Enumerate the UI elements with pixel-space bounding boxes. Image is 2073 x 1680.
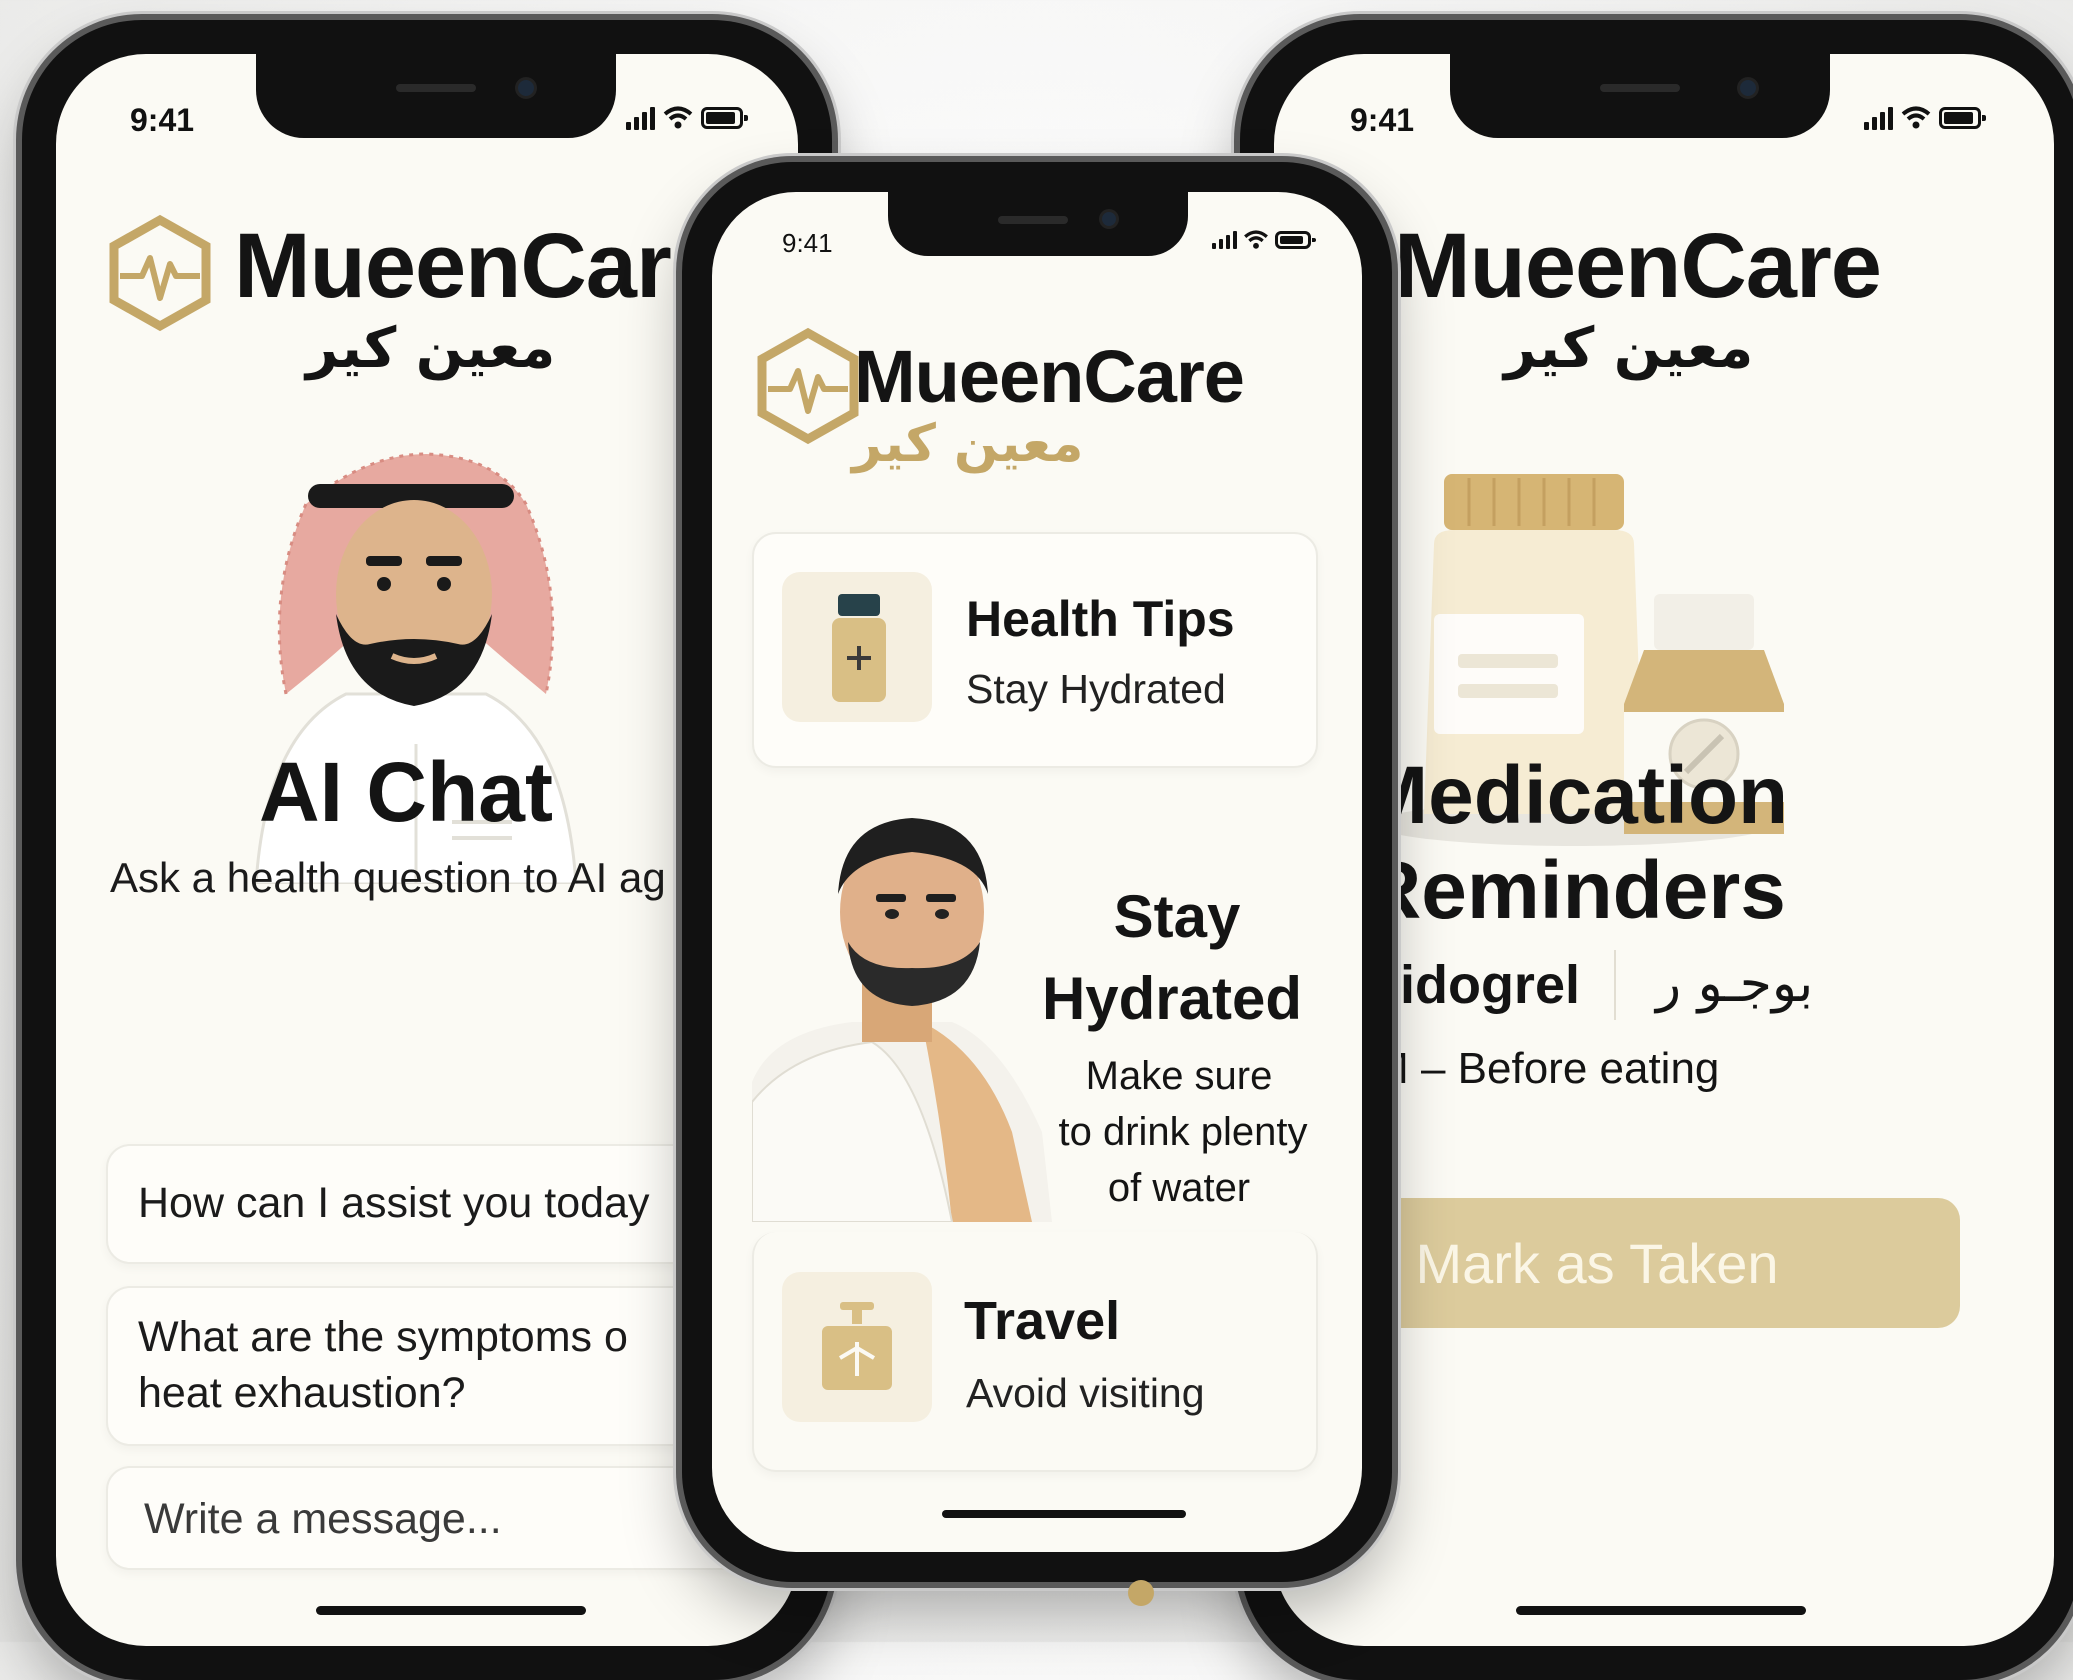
status-time: 9:41: [1350, 102, 1415, 138]
divider: [1614, 950, 1616, 1020]
wifi-icon: [1901, 106, 1931, 129]
hero-body-line3: of water: [1107, 1166, 1251, 1210]
travel-icon-tile: [782, 1272, 932, 1422]
travel-title: Travel: [964, 1291, 1121, 1351]
battery-icon: [1275, 231, 1316, 249]
notch: [256, 54, 616, 138]
signal-icon: [626, 106, 655, 130]
hero-body-line1: Make sure: [1085, 1054, 1273, 1098]
status-icons: [626, 106, 748, 130]
brand-name-arabic: معين كير: [1504, 316, 1754, 381]
travel-bag-icon: [822, 1302, 892, 1390]
hero-heading-line2: Hydrated: [1041, 965, 1303, 1032]
notch: [1450, 54, 1830, 138]
ai-chat-title: AI Chat: [259, 745, 553, 839]
health-tips-icon-tile: [782, 572, 932, 722]
brand-name: MueenCare: [854, 335, 1245, 418]
brand-name: MueenCare: [234, 215, 722, 317]
health-tips-card[interactable]: Health Tips Stay Hydrated: [752, 532, 1318, 768]
hero-heading-line1: Stay: [1113, 883, 1241, 950]
home-indicator: [942, 1510, 1186, 1518]
chat-message-text: How can I assist you today: [138, 1179, 650, 1227]
status-icons: [1212, 230, 1316, 250]
status-icons: [1864, 106, 1986, 130]
home-screen: 9:41 MueenCare معين كير Health Tips Stay…: [712, 192, 1362, 1552]
battery-icon: [1939, 107, 1986, 129]
message-input-placeholder: Write a message...: [144, 1495, 502, 1543]
ai-chat-subtitle: Ask a health question to AI ag: [110, 854, 666, 901]
travel-subtitle: Avoid visiting: [966, 1370, 1205, 1416]
battery-icon: [701, 107, 748, 129]
drug-name-arabic: بوجـو ر: [1656, 954, 1814, 1014]
chat-message-text: heat exhaustion?: [138, 1369, 466, 1417]
notch: [888, 192, 1188, 256]
status-time: 9:41: [782, 228, 833, 258]
wifi-icon: [663, 106, 693, 129]
home-indicator: [1516, 1606, 1806, 1615]
signal-icon: [1212, 231, 1237, 249]
status-time: 9:41: [130, 102, 195, 138]
mueencare-logo-icon: [757, 327, 859, 445]
page-indicator-dot[interactable]: [1128, 1580, 1154, 1606]
travel-card[interactable]: Travel Avoid visiting: [752, 1232, 1318, 1472]
wifi-icon: [1244, 230, 1268, 249]
health-tips-title: Health Tips: [966, 591, 1235, 647]
phone-home: 9:41 MueenCare معين كير Health Tips Stay…: [682, 162, 1392, 1582]
mueencare-logo-icon: [109, 214, 211, 332]
signal-icon: [1864, 106, 1893, 130]
brand-name-arabic: معين كير: [852, 414, 1084, 474]
hero-body-line2: to drink plenty: [1058, 1110, 1308, 1154]
home-indicator: [316, 1606, 586, 1615]
brand-name: MueenCare: [1394, 215, 1882, 317]
health-tips-subtitle: Stay Hydrated: [966, 666, 1226, 712]
chat-message-text: What are the symptoms o: [138, 1313, 628, 1361]
brand-name-arabic: معين كير: [306, 316, 556, 381]
medicine-bottle-icon: [832, 594, 886, 702]
